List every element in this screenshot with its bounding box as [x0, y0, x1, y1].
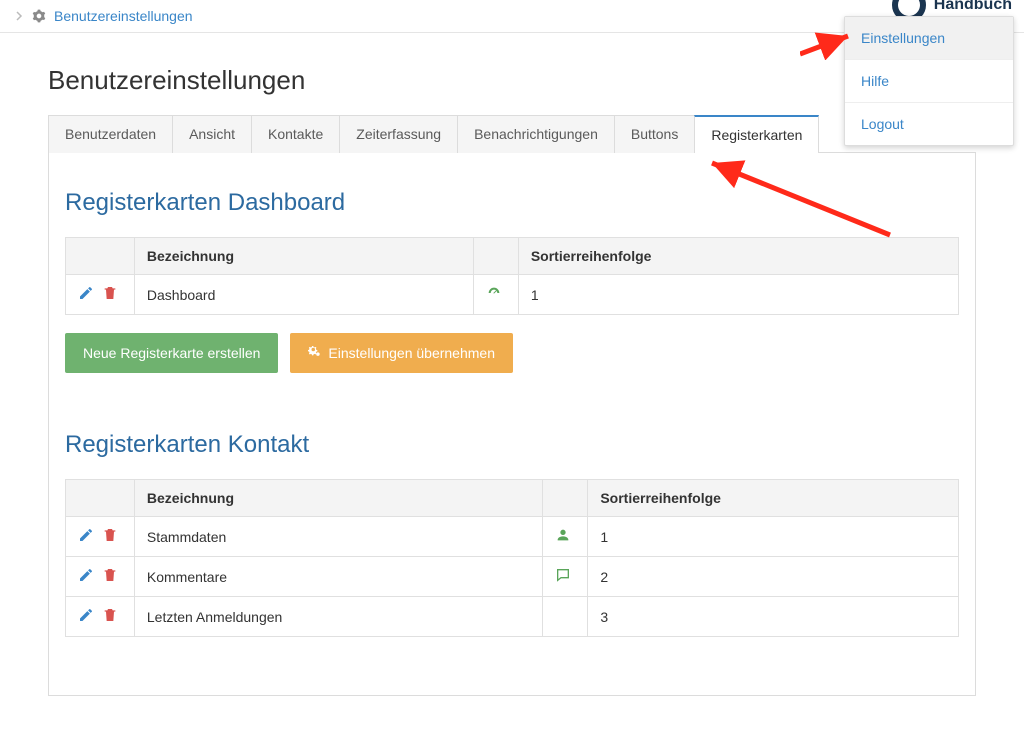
brand-logo-text: Handbuch: [934, 0, 1012, 14]
delete-icon[interactable]: [102, 527, 118, 543]
tab-benutzerdaten[interactable]: Benutzerdaten: [48, 115, 173, 153]
user-menu-item-settings[interactable]: Einstellungen: [845, 17, 1013, 60]
tab-panel-registerkarten: Registerkarten Dashboard Bezeichnung Sor…: [48, 153, 976, 696]
tab-benachrichtigungen[interactable]: Benachrichtigungen: [457, 115, 615, 153]
cell-label: Dashboard: [134, 275, 473, 315]
edit-icon[interactable]: [78, 607, 94, 623]
cell-label: Letzten Anmeldungen: [134, 597, 542, 637]
cell-order: 3: [588, 597, 959, 637]
create-tab-button[interactable]: Neue Registerkarte erstellen: [65, 333, 278, 373]
section-title-kontakt: Registerkarten Kontakt: [65, 431, 959, 459]
col-actions: [66, 480, 135, 517]
user-menu-dropdown: Einstellungen Hilfe Logout: [844, 16, 1014, 146]
cell-label: Stammdaten: [134, 517, 542, 557]
delete-icon[interactable]: [102, 567, 118, 583]
col-actions: [66, 238, 135, 275]
chevron-right-icon: [16, 8, 24, 24]
cell-icon-empty: [543, 597, 588, 637]
cell-order: 2: [588, 557, 959, 597]
dashboard-tabs-table: Bezeichnung Sortierreihenfolge Da: [65, 237, 959, 315]
col-label: Bezeichnung: [134, 480, 542, 517]
tab-zeiterfassung[interactable]: Zeiterfassung: [339, 115, 458, 153]
user-menu-item-help[interactable]: Hilfe: [845, 60, 1013, 103]
table-row: Stammdaten 1: [66, 517, 959, 557]
col-label: Bezeichnung: [134, 238, 473, 275]
create-tab-button-label: Neue Registerkarte erstellen: [83, 345, 260, 361]
cell-order: 1: [518, 275, 958, 315]
tab-buttons[interactable]: Buttons: [614, 115, 695, 153]
col-icon: [473, 238, 518, 275]
tab-ansicht[interactable]: Ansicht: [172, 115, 252, 153]
cell-label: Kommentare: [134, 557, 542, 597]
table-row: Dashboard 1: [66, 275, 959, 315]
tab-kontakte[interactable]: Kontakte: [251, 115, 340, 153]
edit-icon[interactable]: [78, 567, 94, 583]
section-title-dashboard: Registerkarten Dashboard: [65, 189, 959, 217]
delete-icon[interactable]: [102, 607, 118, 623]
kontakt-tabs-table: Bezeichnung Sortierreihenfolge Stammdate…: [65, 479, 959, 637]
gear-icon: [32, 9, 46, 23]
edit-icon[interactable]: [78, 285, 94, 301]
cell-order: 1: [588, 517, 959, 557]
tabs: Benutzerdaten Ansicht Kontakte Zeiterfas…: [48, 114, 976, 153]
col-order: Sortierreihenfolge: [518, 238, 958, 275]
table-row: Letzten Anmeldungen 3: [66, 597, 959, 637]
tab-registerkarten[interactable]: Registerkarten: [694, 115, 819, 153]
breadcrumb-link-settings[interactable]: Benutzereinstellungen: [54, 8, 193, 24]
apply-settings-button-label: Einstellungen übernehmen: [328, 345, 495, 361]
dashboard-icon: [486, 285, 502, 301]
apply-settings-button[interactable]: Einstellungen übernehmen: [290, 333, 513, 373]
user-menu-item-logout[interactable]: Logout: [845, 103, 1013, 145]
page-title: Benutzereinstellungen: [48, 65, 976, 96]
gears-icon: [308, 346, 322, 360]
user-icon: [555, 527, 571, 543]
button-row: Neue Registerkarte erstellen Einstellung…: [65, 333, 959, 373]
comment-icon: [555, 567, 571, 583]
col-order: Sortierreihenfolge: [588, 480, 959, 517]
col-icon: [543, 480, 588, 517]
delete-icon[interactable]: [102, 285, 118, 301]
edit-icon[interactable]: [78, 527, 94, 543]
table-row: Kommentare 2: [66, 557, 959, 597]
